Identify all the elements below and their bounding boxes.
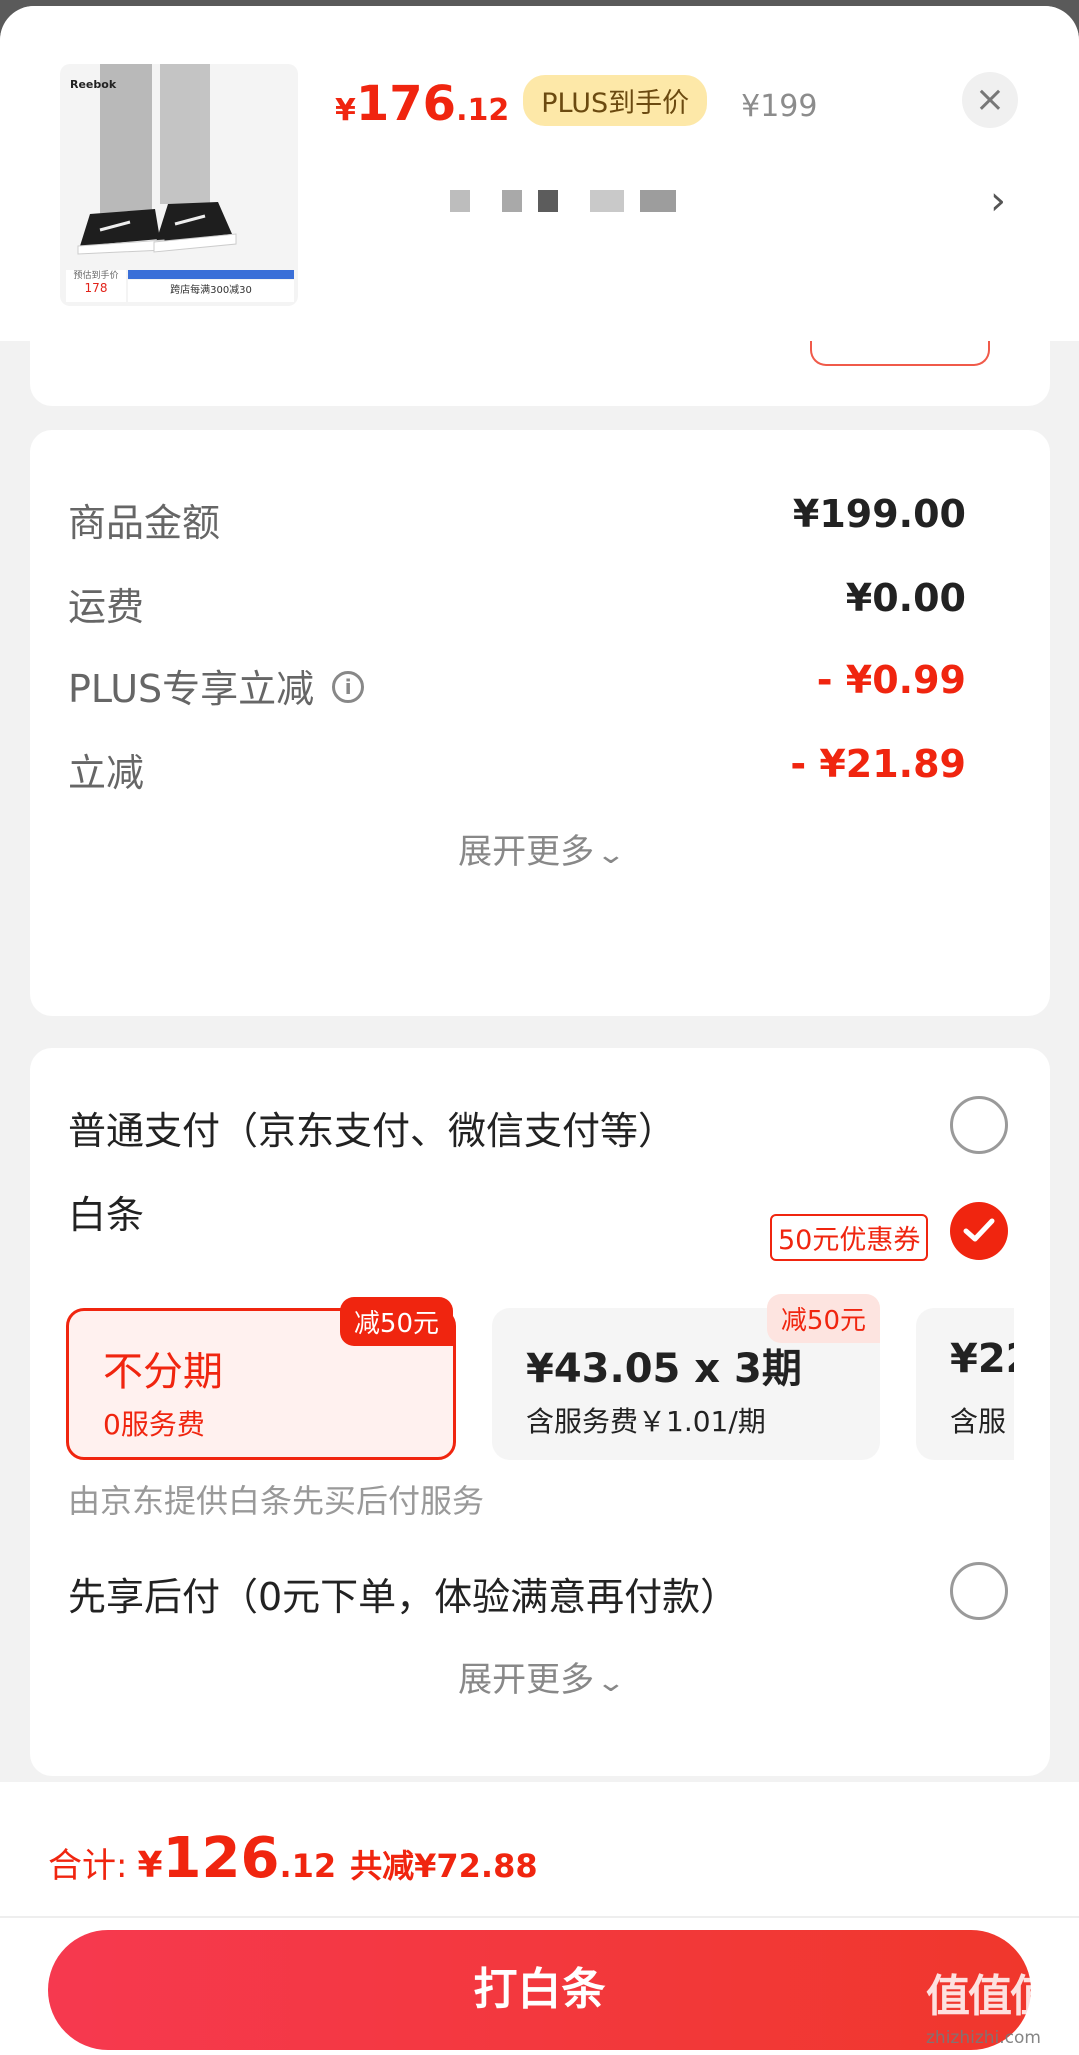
deferred-payment-radio[interactable] <box>950 1562 1008 1620</box>
site-watermark: 值值值 zhizhizhi.com <box>926 1960 1054 2048</box>
sku-block <box>538 190 558 212</box>
chevron-down-icon: ⌄ <box>595 840 627 870</box>
plan-fee: 0服务费 <box>103 1408 205 1441</box>
summary-label-goods-amount: 商品金额 <box>68 501 221 545</box>
summary-label-shipping: 运费 <box>68 585 145 629</box>
sku-block <box>450 190 470 212</box>
summary-value-plus-discount: - ¥0.99 <box>816 658 966 702</box>
plus-price-decimal: .12 <box>456 93 510 128</box>
baitiao-label[interactable]: 白条 <box>68 1184 144 1239</box>
summary-value-instant-discount: - ¥21.89 <box>790 742 966 786</box>
footer-divider <box>0 1916 1079 1918</box>
thumb-badge-price: 178 <box>84 281 108 295</box>
product-header: Reebok 预估到手价 178 跨店每满300减30 ¥176.12 PLUS… <box>0 6 1079 341</box>
sku-block <box>590 190 624 212</box>
plus-discount-text: PLUS专享立减 <box>68 667 315 711</box>
plus-price-tag: PLUS到手价 <box>523 75 708 126</box>
check-icon <box>963 1218 995 1242</box>
plan-no-installment[interactable]: 不分期 0服务费 减50元 <box>66 1297 456 1460</box>
total-saved: 共减¥72.88 <box>350 1847 538 1885</box>
plan-title: ¥22 <box>950 1336 1014 1382</box>
plus-price-integer: 176 <box>355 76 457 132</box>
normal-payment-label[interactable]: 普通支付（京东支付、微信支付等） <box>68 1100 676 1155</box>
thumb-promo-text: 跨店每满300减30 <box>128 280 294 302</box>
sku-selector-blurred[interactable] <box>450 190 750 214</box>
original-price: ¥199 <box>741 89 818 124</box>
baitiao-radio[interactable] <box>950 1202 1008 1260</box>
expand-more-summary[interactable]: 展开更多⌄ <box>30 824 1050 873</box>
plan-fee: 含服务费￥1.01/期 <box>526 1405 766 1438</box>
plan-discount-tag: 减50元 <box>339 1297 453 1346</box>
normal-payment-radio[interactable] <box>950 1096 1008 1154</box>
summary-value-shipping: ¥0.00 <box>845 576 966 620</box>
sku-block <box>640 190 676 212</box>
expand-more-payment[interactable]: 展开更多⌄ <box>30 1652 1050 1701</box>
summary-value-goods-amount: ¥199.00 <box>792 492 966 536</box>
plus-price-currency: ¥ <box>335 93 356 128</box>
coupon-tag[interactable]: 50元优惠券 <box>770 1214 929 1261</box>
plan-fee: 含服 <box>950 1405 1007 1438</box>
plus-price: ¥176.12 <box>335 76 509 132</box>
total-row: 合计: ¥ 126 .12 共减¥72.88 <box>48 1826 538 1891</box>
total-integer: 126 <box>162 1826 280 1891</box>
pay-with-baitiao-button[interactable]: 打白条 <box>48 1930 1031 2050</box>
thumb-estimated-price-badge: 预估到手价 178 <box>66 270 126 302</box>
plan-title: ¥43.05 x 3期 <box>526 1346 802 1392</box>
close-icon: × <box>974 79 1006 120</box>
checkout-footer: 合计: ¥ 126 .12 共减¥72.88 打白条 <box>0 1782 1079 2055</box>
thumb-promo-bar <box>128 270 294 279</box>
watermark-logo: 值值值 <box>926 1971 1054 2022</box>
plan-title: 不分期 <box>103 1349 223 1395</box>
summary-label-instant-discount: 立减 <box>68 751 145 795</box>
brand-logo-text: Reebok <box>70 78 117 91</box>
checkout-sheet: Reebok 预估到手价 178 跨店每满300减30 ¥176.12 PLUS… <box>0 6 1079 2055</box>
chevron-right-icon[interactable]: › <box>990 178 1006 224</box>
total-decimal: .12 <box>279 1847 337 1885</box>
info-icon[interactable]: i <box>332 671 365 703</box>
watermark-site: zhizhizhi.com <box>926 2028 1041 2048</box>
price-summary-card: 商品金额 ¥199.00 运费 ¥0.00 PLUS专享立减 i - ¥0.99 … <box>30 430 1050 1016</box>
plan-more-installments[interactable]: ¥22 含服 <box>916 1308 1014 1460</box>
installment-plans: 不分期 0服务费 减50元 ¥43.05 x 3期 含服务费￥1.01/期 减5… <box>66 1294 1014 1468</box>
sku-block <box>502 190 522 212</box>
expand-more-label: 展开更多 <box>458 1660 595 1700</box>
provider-note: 由京东提供白条先买后付服务 <box>68 1482 485 1520</box>
plan-discount-tag: 减50元 <box>766 1294 880 1343</box>
expand-more-label: 展开更多 <box>458 832 595 872</box>
close-button[interactable]: × <box>962 72 1018 128</box>
deferred-payment-label[interactable]: 先享后付（0元下单，体验满意再付款） <box>68 1566 738 1621</box>
product-thumbnail[interactable]: Reebok 预估到手价 178 跨店每满300减30 <box>60 64 298 306</box>
total-label: 合计: <box>48 1846 128 1886</box>
plan-3-installments[interactable]: ¥43.05 x 3期 含服务费￥1.01/期 减50元 <box>492 1294 880 1460</box>
chevron-down-icon: ⌄ <box>595 1668 627 1698</box>
summary-label-plus-discount: PLUS专享立减 i <box>68 658 365 713</box>
payment-method-card: 普通支付（京东支付、微信支付等） 白条 50元优惠券 不分期 0服务费 减50元… <box>30 1048 1050 1776</box>
total-currency: ¥ <box>137 1845 163 1886</box>
price-row: ¥176.12 PLUS到手价 ¥199 <box>335 75 818 136</box>
